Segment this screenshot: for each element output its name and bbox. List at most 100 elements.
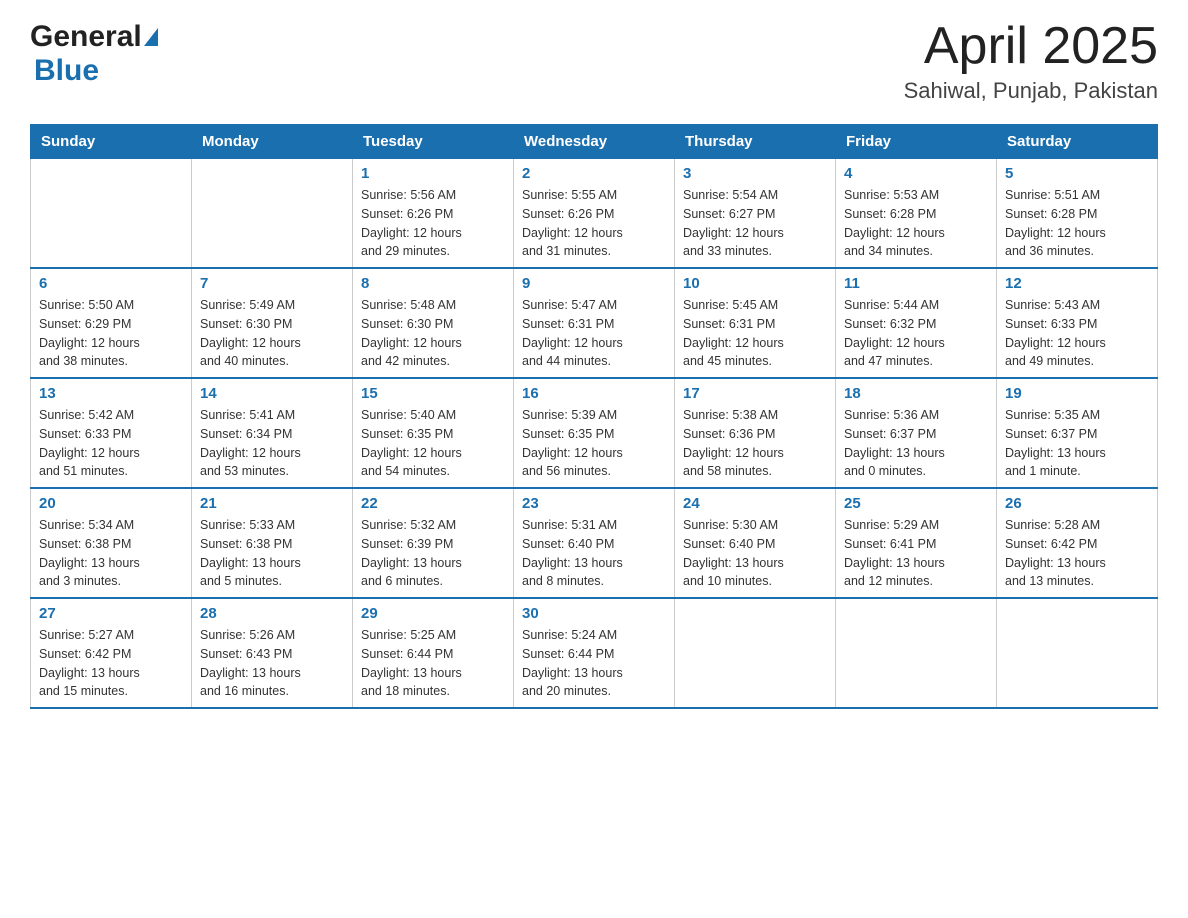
- day-number: 8: [361, 275, 505, 292]
- day-number: 22: [361, 495, 505, 512]
- calendar-cell: 29Sunrise: 5:25 AMSunset: 6:44 PMDayligh…: [353, 598, 514, 708]
- calendar-cell: 10 Sunrise: 5:45 AMSunset: 6:31 PMDayligh…: [675, 268, 836, 378]
- calendar-cell: 7Sunrise: 5:49 AMSunset: 6:30 PMDaylight…: [192, 268, 353, 378]
- calendar-cell: 5 Sunrise: 5:51 AMSunset: 6:28 PMDaylight…: [997, 159, 1158, 269]
- day-number: 23: [522, 495, 666, 512]
- title-block: April 2025 Sahiwal, Punjab, Pakistan: [904, 20, 1158, 104]
- calendar-cell: 27 Sunrise: 5:27 AMSunset: 6:42 PMDayligh…: [31, 598, 192, 708]
- calendar-cell: 1 Sunrise: 5:56 AMSunset: 6:26 PMDaylight…: [353, 159, 514, 269]
- logo-triangle-icon: [144, 28, 158, 46]
- day-number: 27: [39, 605, 183, 622]
- day-number: 6: [39, 275, 183, 292]
- day-info: Sunrise: 5:47 AMSunset: 6:31 PMDaylight:…: [522, 296, 666, 371]
- week-row-4: 20Sunrise: 5:34 AMSunset: 6:38 PMDayligh…: [31, 488, 1158, 598]
- day-number: 28: [200, 605, 344, 622]
- calendar-header-row: Sunday Monday Tuesday Wednesday Thursday…: [31, 125, 1158, 159]
- calendar-cell: 23 Sunrise: 5:31 AMSunset: 6:40 PMDayligh…: [514, 488, 675, 598]
- day-number: 26: [1005, 495, 1149, 512]
- calendar-cell: 14Sunrise: 5:41 AMSunset: 6:34 PMDayligh…: [192, 378, 353, 488]
- day-number: 21: [200, 495, 344, 512]
- col-sunday: Sunday: [31, 125, 192, 159]
- day-number: 24: [683, 495, 827, 512]
- day-info: Sunrise: 5:40 AMSunset: 6:35 PMDaylight:…: [361, 406, 505, 481]
- calendar-cell: 24 Sunrise: 5:30 AMSunset: 6:40 PMDayligh…: [675, 488, 836, 598]
- day-number: 13: [39, 385, 183, 402]
- day-info: Sunrise: 5:38 AMSunset: 6:36 PMDaylight:…: [683, 406, 827, 481]
- day-info: Sunrise: 5:28 AMSunset: 6:42 PMDaylight:…: [1005, 516, 1149, 591]
- calendar-cell: 8 Sunrise: 5:48 AMSunset: 6:30 PMDaylight…: [353, 268, 514, 378]
- day-info: Sunrise: 5:36 AMSunset: 6:37 PMDaylight:…: [844, 406, 988, 481]
- calendar-cell: 6 Sunrise: 5:50 AMSunset: 6:29 PMDaylight…: [31, 268, 192, 378]
- day-number: 25: [844, 495, 988, 512]
- day-number: 9: [522, 275, 666, 292]
- week-row-2: 6 Sunrise: 5:50 AMSunset: 6:29 PMDaylight…: [31, 268, 1158, 378]
- day-info: Sunrise: 5:56 AMSunset: 6:26 PMDaylight:…: [361, 186, 505, 261]
- day-info: Sunrise: 5:49 AMSunset: 6:30 PMDaylight:…: [200, 296, 344, 371]
- calendar-cell: [192, 159, 353, 269]
- day-info: Sunrise: 5:31 AMSunset: 6:40 PMDaylight:…: [522, 516, 666, 591]
- calendar-cell: 16 Sunrise: 5:39 AMSunset: 6:35 PMDayligh…: [514, 378, 675, 488]
- logo-general: General: [30, 20, 142, 54]
- col-tuesday: Tuesday: [353, 125, 514, 159]
- calendar-cell: 13 Sunrise: 5:42 AMSunset: 6:33 PMDayligh…: [31, 378, 192, 488]
- day-info: Sunrise: 5:53 AMSunset: 6:28 PMDaylight:…: [844, 186, 988, 261]
- week-row-1: 1 Sunrise: 5:56 AMSunset: 6:26 PMDaylight…: [31, 159, 1158, 269]
- day-number: 30: [522, 605, 666, 622]
- day-number: 14: [200, 385, 344, 402]
- calendar-cell: 21 Sunrise: 5:33 AMSunset: 6:38 PMDayligh…: [192, 488, 353, 598]
- day-number: 4: [844, 165, 988, 182]
- day-info: Sunrise: 5:43 AMSunset: 6:33 PMDaylight:…: [1005, 296, 1149, 371]
- calendar-cell: 22 Sunrise: 5:32 AMSunset: 6:39 PMDayligh…: [353, 488, 514, 598]
- day-info: Sunrise: 5:44 AMSunset: 6:32 PMDaylight:…: [844, 296, 988, 371]
- day-info: Sunrise: 5:50 AMSunset: 6:29 PMDaylight:…: [39, 296, 183, 371]
- day-info: Sunrise: 5:51 AMSunset: 6:28 PMDaylight:…: [1005, 186, 1149, 261]
- calendar-cell: 30Sunrise: 5:24 AMSunset: 6:44 PMDayligh…: [514, 598, 675, 708]
- day-info: Sunrise: 5:32 AMSunset: 6:39 PMDaylight:…: [361, 516, 505, 591]
- calendar-cell: [997, 598, 1158, 708]
- day-info: Sunrise: 5:48 AMSunset: 6:30 PMDaylight:…: [361, 296, 505, 371]
- day-info: Sunrise: 5:55 AMSunset: 6:26 PMDaylight:…: [522, 186, 666, 261]
- col-monday: Monday: [192, 125, 353, 159]
- day-info: Sunrise: 5:35 AMSunset: 6:37 PMDaylight:…: [1005, 406, 1149, 481]
- day-info: Sunrise: 5:39 AMSunset: 6:35 PMDaylight:…: [522, 406, 666, 481]
- calendar-cell: 17 Sunrise: 5:38 AMSunset: 6:36 PMDayligh…: [675, 378, 836, 488]
- calendar-cell: 12 Sunrise: 5:43 AMSunset: 6:33 PMDayligh…: [997, 268, 1158, 378]
- day-info: Sunrise: 5:42 AMSunset: 6:33 PMDaylight:…: [39, 406, 183, 481]
- day-number: 10: [683, 275, 827, 292]
- calendar-cell: 19 Sunrise: 5:35 AMSunset: 6:37 PMDayligh…: [997, 378, 1158, 488]
- day-number: 3: [683, 165, 827, 182]
- col-friday: Friday: [836, 125, 997, 159]
- day-info: Sunrise: 5:26 AMSunset: 6:43 PMDaylight:…: [200, 626, 344, 701]
- calendar-subtitle: Sahiwal, Punjab, Pakistan: [904, 78, 1158, 104]
- day-info: Sunrise: 5:27 AMSunset: 6:42 PMDaylight:…: [39, 626, 183, 701]
- day-info: Sunrise: 5:34 AMSunset: 6:38 PMDaylight:…: [39, 516, 183, 591]
- logo: General Blue: [30, 20, 158, 88]
- day-number: 1: [361, 165, 505, 182]
- day-info: Sunrise: 5:33 AMSunset: 6:38 PMDaylight:…: [200, 516, 344, 591]
- calendar-table: Sunday Monday Tuesday Wednesday Thursday…: [30, 124, 1158, 709]
- calendar-cell: 3Sunrise: 5:54 AMSunset: 6:27 PMDaylight…: [675, 159, 836, 269]
- day-number: 12: [1005, 275, 1149, 292]
- day-info: Sunrise: 5:29 AMSunset: 6:41 PMDaylight:…: [844, 516, 988, 591]
- day-number: 15: [361, 385, 505, 402]
- calendar-cell: [675, 598, 836, 708]
- week-row-3: 13 Sunrise: 5:42 AMSunset: 6:33 PMDayligh…: [31, 378, 1158, 488]
- day-number: 11: [844, 275, 988, 292]
- day-info: Sunrise: 5:45 AMSunset: 6:31 PMDaylight:…: [683, 296, 827, 371]
- calendar-cell: [836, 598, 997, 708]
- calendar-cell: 15 Sunrise: 5:40 AMSunset: 6:35 PMDayligh…: [353, 378, 514, 488]
- week-row-5: 27 Sunrise: 5:27 AMSunset: 6:42 PMDayligh…: [31, 598, 1158, 708]
- day-number: 16: [522, 385, 666, 402]
- day-number: 17: [683, 385, 827, 402]
- calendar-cell: 28 Sunrise: 5:26 AMSunset: 6:43 PMDayligh…: [192, 598, 353, 708]
- day-info: Sunrise: 5:30 AMSunset: 6:40 PMDaylight:…: [683, 516, 827, 591]
- calendar-cell: 18Sunrise: 5:36 AMSunset: 6:37 PMDayligh…: [836, 378, 997, 488]
- day-number: 5: [1005, 165, 1149, 182]
- calendar-cell: 9 Sunrise: 5:47 AMSunset: 6:31 PMDaylight…: [514, 268, 675, 378]
- col-wednesday: Wednesday: [514, 125, 675, 159]
- calendar-cell: 2Sunrise: 5:55 AMSunset: 6:26 PMDaylight…: [514, 159, 675, 269]
- calendar-cell: 11 Sunrise: 5:44 AMSunset: 6:32 PMDayligh…: [836, 268, 997, 378]
- calendar-cell: [31, 159, 192, 269]
- calendar-cell: 26 Sunrise: 5:28 AMSunset: 6:42 PMDayligh…: [997, 488, 1158, 598]
- day-number: 19: [1005, 385, 1149, 402]
